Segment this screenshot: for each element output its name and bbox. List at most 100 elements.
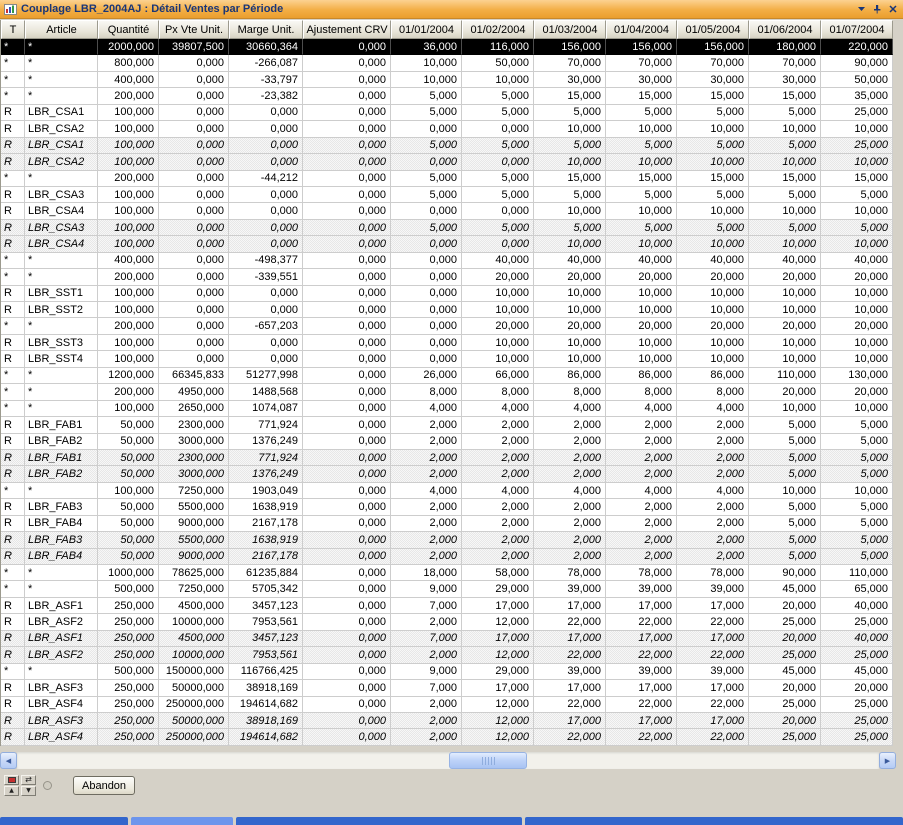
grid-cell[interactable]: 10,000: [606, 121, 677, 137]
grid-cell[interactable]: *: [25, 88, 98, 104]
grid-cell[interactable]: R: [1, 516, 25, 532]
grid-cell[interactable]: 0,000: [229, 187, 303, 203]
grid-cell[interactable]: 5,000: [391, 187, 462, 203]
grid-cell[interactable]: 100,000: [98, 220, 159, 236]
grid-cell[interactable]: 17,000: [534, 631, 606, 647]
grid-cell[interactable]: 0,000: [303, 302, 391, 318]
grid-cell[interactable]: 4,000: [677, 483, 749, 499]
grid-cell[interactable]: 0,000: [303, 335, 391, 351]
grid-cell[interactable]: *: [1, 483, 25, 499]
grid-cell[interactable]: 10,000: [677, 335, 749, 351]
grid-cell[interactable]: 0,000: [303, 187, 391, 203]
abandon-button[interactable]: Abandon: [73, 776, 135, 795]
grid-cell[interactable]: *: [25, 565, 98, 581]
grid-row[interactable]: **1200,00066345,83351277,9980,00026,0006…: [1, 368, 893, 384]
grid-cell[interactable]: 7,000: [391, 598, 462, 614]
grid-cell[interactable]: 2,000: [462, 417, 534, 433]
grid-cell[interactable]: 0,000: [303, 549, 391, 565]
grid-cell[interactable]: *: [1, 318, 25, 334]
grid-cell[interactable]: 25,000: [821, 729, 893, 745]
grid-cell[interactable]: 194614,682: [229, 697, 303, 713]
grid-cell[interactable]: 0,000: [303, 236, 391, 252]
grid-cell[interactable]: 2300,000: [159, 450, 229, 466]
grid-cell[interactable]: -23,382: [229, 88, 303, 104]
grid-cell[interactable]: 10,000: [749, 483, 821, 499]
grid-cell[interactable]: 4,000: [462, 401, 534, 417]
grid-cell[interactable]: 5705,342: [229, 581, 303, 597]
grid-cell[interactable]: 5,000: [749, 417, 821, 433]
grid-cell[interactable]: *: [1, 55, 25, 71]
grid-cell[interactable]: R: [1, 598, 25, 614]
grid-cell[interactable]: 100,000: [98, 187, 159, 203]
grid-cell[interactable]: 5,000: [749, 466, 821, 482]
grid-cell[interactable]: 110,000: [821, 565, 893, 581]
grid-cell[interactable]: 10,000: [749, 154, 821, 170]
grid-row[interactable]: RLBR_SST4100,0000,0000,0000,0000,00010,0…: [1, 351, 893, 367]
grid-cell[interactable]: *: [25, 581, 98, 597]
grid-cell[interactable]: 20,000: [462, 269, 534, 285]
grid-row[interactable]: RLBR_CSA4100,0000,0000,0000,0000,0000,00…: [1, 236, 893, 252]
grid-cell[interactable]: 4,000: [534, 401, 606, 417]
grid-cell[interactable]: 2,000: [677, 466, 749, 482]
grid-cell[interactable]: 2,000: [462, 434, 534, 450]
grid-cell[interactable]: 0,000: [303, 203, 391, 219]
grid-cell[interactable]: 61235,884: [229, 565, 303, 581]
window-titlebar[interactable]: Couplage LBR_2004AJ : Détail Ventes par …: [0, 0, 903, 19]
grid-cell[interactable]: *: [1, 269, 25, 285]
grid-cell[interactable]: LBR_CSA2: [25, 121, 98, 137]
grid-cell[interactable]: 0,000: [303, 434, 391, 450]
grid-cell[interactable]: 0,000: [303, 368, 391, 384]
grid-row[interactable]: RLBR_CSA2100,0000,0000,0000,0000,0000,00…: [1, 121, 893, 137]
column-header-quantit-[interactable]: Quantité: [98, 20, 159, 39]
grid-cell[interactable]: 39,000: [677, 581, 749, 597]
grid-cell[interactable]: 26,000: [391, 368, 462, 384]
grid-cell[interactable]: 4,000: [391, 483, 462, 499]
grid-cell[interactable]: R: [1, 236, 25, 252]
grid-cell[interactable]: 5,000: [534, 138, 606, 154]
grid-cell[interactable]: 78,000: [606, 565, 677, 581]
grid-cell[interactable]: 8,000: [534, 384, 606, 400]
grid-cell[interactable]: 10,000: [534, 121, 606, 137]
grid-row[interactable]: **200,0004950,0001488,5680,0008,0008,000…: [1, 384, 893, 400]
grid-cell[interactable]: R: [1, 713, 25, 729]
grid-cell[interactable]: 20,000: [749, 318, 821, 334]
grid-cell[interactable]: 50000,000: [159, 680, 229, 696]
grid-cell[interactable]: 50,000: [462, 55, 534, 71]
column-header-article[interactable]: Article: [25, 20, 98, 39]
grid-cell[interactable]: 15,000: [821, 171, 893, 187]
grid-cell[interactable]: 800,000: [98, 55, 159, 71]
grid-cell[interactable]: 200,000: [98, 171, 159, 187]
grid-cell[interactable]: R: [1, 532, 25, 548]
grid-cell[interactable]: 22,000: [534, 647, 606, 663]
grid-cell[interactable]: 25,000: [749, 614, 821, 630]
grid-cell[interactable]: 10,000: [821, 401, 893, 417]
grid-cell[interactable]: 0,000: [229, 351, 303, 367]
grid-cell[interactable]: 0,000: [391, 269, 462, 285]
grid-cell[interactable]: 86,000: [534, 368, 606, 384]
grid-cell[interactable]: 100,000: [98, 286, 159, 302]
grid-cell[interactable]: 30,000: [677, 72, 749, 88]
grid-row[interactable]: RLBR_CSA4100,0000,0000,0000,0000,0000,00…: [1, 203, 893, 219]
grid-cell[interactable]: 5,000: [749, 549, 821, 565]
grid-cell[interactable]: LBR_ASF1: [25, 598, 98, 614]
grid-cell[interactable]: 20,000: [749, 713, 821, 729]
grid-cell[interactable]: 10000,000: [159, 647, 229, 663]
grid-cell[interactable]: 5,000: [462, 88, 534, 104]
grid-row[interactable]: **200,0000,000-44,2120,0005,0005,00015,0…: [1, 171, 893, 187]
grid-cell[interactable]: -266,087: [229, 55, 303, 71]
grid-cell[interactable]: 10,000: [462, 302, 534, 318]
grid-cell[interactable]: *: [25, 72, 98, 88]
grid-cell[interactable]: 2,000: [534, 434, 606, 450]
grid-cell[interactable]: 17,000: [462, 598, 534, 614]
grid-cell[interactable]: 4,000: [606, 401, 677, 417]
grid-cell[interactable]: LBR_FAB2: [25, 466, 98, 482]
grid-cell[interactable]: 5,000: [677, 187, 749, 203]
grid-cell[interactable]: R: [1, 351, 25, 367]
grid-cell[interactable]: 10,000: [391, 55, 462, 71]
grid-cell[interactable]: 0,000: [303, 450, 391, 466]
grid-cell[interactable]: 10,000: [749, 203, 821, 219]
grid-cell[interactable]: 0,000: [303, 483, 391, 499]
column-header-ajustement-crv[interactable]: Ajustement CRV: [303, 20, 391, 39]
grid-cell[interactable]: 2,000: [391, 614, 462, 630]
grid-row[interactable]: RLBR_ASF2250,00010000,0007953,5610,0002,…: [1, 647, 893, 663]
